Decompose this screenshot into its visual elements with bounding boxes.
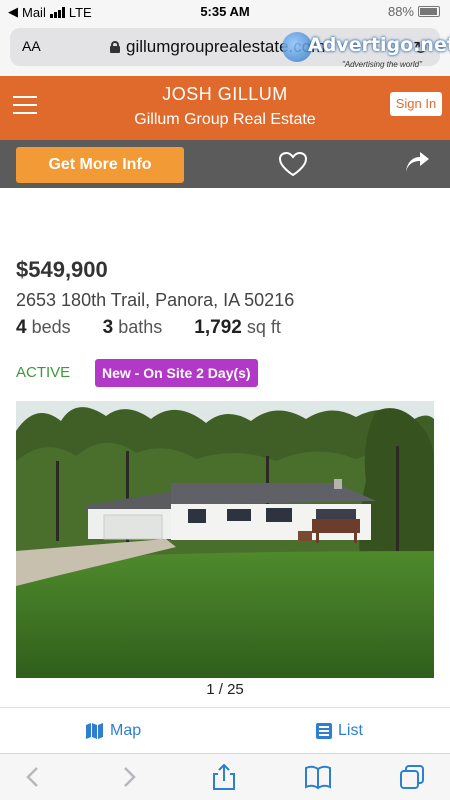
beds-label: beds	[31, 317, 71, 337]
status-time: 5:35 AM	[200, 4, 250, 19]
share-icon[interactable]	[404, 152, 430, 174]
list-button[interactable]: List	[316, 722, 363, 740]
get-more-info-button[interactable]: Get More Info	[16, 147, 184, 183]
sqft-stat: 1,792 sq ft	[194, 317, 281, 339]
text-size-label: AA	[22, 38, 41, 54]
listing-stats: 4 beds 3 baths 1,792 sq ft	[16, 317, 281, 339]
baths-count: 3	[102, 317, 114, 338]
watermark-tagline: "Advertising the world"	[342, 60, 422, 69]
list-icon	[316, 723, 332, 739]
status-right: 88%	[388, 4, 440, 19]
listing-address: 2653 180th Trail, Panora, IA 50216	[16, 290, 295, 310]
new-listing-badge: New - On Site 2 Day(s)	[95, 359, 258, 387]
beds-count: 4	[16, 317, 27, 338]
watermark-logo: Advertigo.net "Advertising the world"	[282, 30, 450, 74]
baths-label: baths	[118, 317, 163, 337]
beds-stat: 4 beds	[16, 317, 71, 339]
view-toggle-bar: Map List	[0, 707, 450, 753]
listing-price: $549,900	[16, 257, 108, 282]
forward-icon[interactable]	[114, 764, 142, 790]
sign-in-button[interactable]: Sign In	[390, 92, 442, 116]
watermark-brand: Advertigo.net	[308, 34, 450, 56]
sqft-label: sq ft	[246, 317, 281, 337]
house-photo	[16, 401, 434, 678]
share-sheet-icon[interactable]	[210, 764, 238, 790]
photo-counter: 1 / 25	[206, 681, 244, 698]
sqft-count: 1,792	[194, 317, 242, 338]
browser-url-area: AA gillumgrouprealestate.com ↻ Advertigo…	[0, 24, 450, 76]
heart-icon[interactable]	[278, 151, 308, 177]
site-header: JOSH GILLUM Gillum Group Real Estate Sig…	[0, 76, 450, 140]
status-bar: ◀ Mail LTE 5:35 AM 88%	[0, 0, 450, 24]
back-icon[interactable]	[20, 764, 48, 790]
company-name: Gillum Group Real Estate	[134, 111, 316, 128]
lock-icon	[110, 41, 120, 53]
status-label: ACTIVE	[16, 364, 71, 381]
map-label: Map	[110, 722, 142, 739]
tabs-icon[interactable]	[398, 764, 426, 790]
listing-photo[interactable]	[16, 401, 434, 678]
text-size-button[interactable]: AA	[22, 38, 41, 56]
browser-toolbar	[0, 753, 450, 800]
map-icon	[86, 723, 103, 739]
battery-icon	[418, 6, 440, 17]
baths-stat: 3 baths	[103, 317, 163, 339]
battery-percent: 88%	[387, 4, 414, 19]
list-label: List	[338, 722, 363, 739]
bookmarks-icon[interactable]	[304, 764, 332, 790]
action-bar: Get More Info	[0, 140, 450, 188]
map-button[interactable]: Map	[86, 722, 141, 740]
agent-name: JOSH GILLUM	[162, 84, 288, 104]
